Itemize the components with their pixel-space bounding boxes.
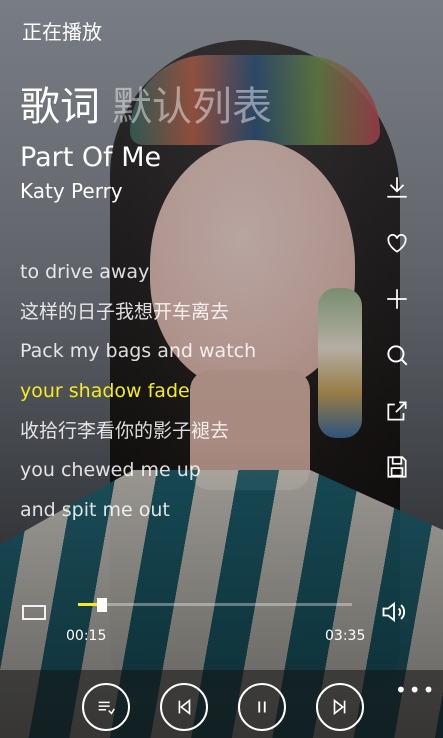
lyric-line: Pack my bags and watch <box>20 340 257 363</box>
lyric-line: you chewed me up <box>20 459 201 482</box>
search-button[interactable] <box>380 338 414 372</box>
now-playing-screen: 正在播放 歌词 默认列表 Part Of Me Katy Perry to dri… <box>0 0 443 738</box>
volume-icon <box>382 601 406 623</box>
download-icon <box>387 177 407 198</box>
save-icon <box>387 456 407 478</box>
page-title: 正在播放 <box>22 20 102 44</box>
share-button[interactable] <box>380 394 414 428</box>
lyric-line: and spit me out <box>20 499 170 522</box>
playlist-icon <box>98 701 115 715</box>
share-icon <box>387 401 407 421</box>
heart-icon <box>387 234 407 253</box>
more-button[interactable]: ••• <box>395 678 436 702</box>
progress-fill <box>78 603 98 606</box>
search-icon <box>387 345 408 366</box>
control-bar <box>0 670 443 738</box>
add-to-list-button[interactable] <box>380 282 414 316</box>
artist-name: Katy Perry <box>20 179 123 203</box>
download-button[interactable] <box>380 170 414 204</box>
total-time: 03:35 <box>325 628 366 644</box>
tab-default-list[interactable]: 默认列表 <box>112 84 272 130</box>
playlist-button[interactable] <box>82 683 130 731</box>
save-button[interactable] <box>380 450 414 484</box>
lyric-line: 收拾行李看你的影子褪去 <box>20 419 230 442</box>
volume-button[interactable] <box>380 598 410 626</box>
current-time: 00:15 <box>66 628 107 644</box>
pause-icon <box>258 701 266 713</box>
tab-bar: 歌词 默认列表 <box>20 74 272 132</box>
next-button[interactable] <box>316 683 364 731</box>
add-icon <box>387 289 407 309</box>
progress-track <box>78 603 352 606</box>
progress-thumb[interactable] <box>97 598 108 612</box>
side-actions <box>380 170 414 506</box>
next-icon <box>333 698 346 716</box>
progress-slider[interactable] <box>78 598 352 612</box>
repeat-mode-button[interactable] <box>20 600 48 624</box>
lyric-line: to drive away <box>20 261 150 283</box>
lyrics-panel[interactable]: to drive away 这样的日子我想开车离去 Pack my bags a… <box>20 258 350 536</box>
lyric-line: 这样的日子我想开车离去 <box>20 300 230 323</box>
favorite-button[interactable] <box>380 226 414 260</box>
previous-button[interactable] <box>160 683 208 731</box>
lyric-line-current: your shadow fade <box>20 380 190 403</box>
previous-icon <box>178 698 191 716</box>
pause-button[interactable] <box>238 683 286 731</box>
tab-lyrics[interactable]: 歌词 <box>20 84 100 130</box>
repeat-icon <box>22 605 46 620</box>
song-title: Part Of Me <box>20 142 162 173</box>
